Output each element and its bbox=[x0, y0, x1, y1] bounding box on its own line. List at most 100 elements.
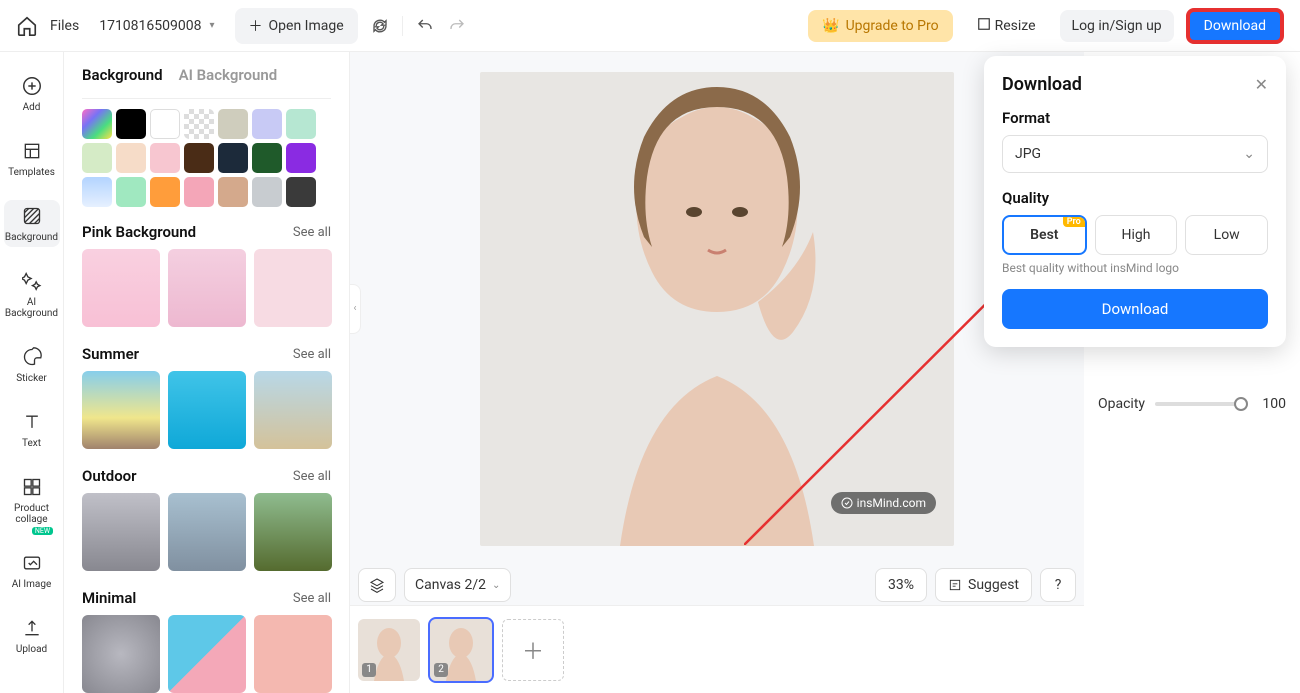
color-swatch[interactable] bbox=[252, 143, 282, 173]
color-swatch[interactable] bbox=[150, 177, 180, 207]
color-swatch[interactable] bbox=[184, 143, 214, 173]
thumb-row bbox=[82, 371, 349, 449]
color-swatch[interactable] bbox=[286, 109, 316, 139]
opacity-slider[interactable] bbox=[1155, 402, 1246, 406]
pro-badge: Pro bbox=[1063, 217, 1085, 227]
login-label: Log in/Sign up bbox=[1072, 18, 1162, 34]
color-swatch[interactable] bbox=[286, 143, 316, 173]
tab-background[interactable]: Background bbox=[82, 66, 163, 84]
undo-icon[interactable] bbox=[415, 16, 435, 36]
canvas-selector[interactable]: Canvas 2/2 ⌄ bbox=[404, 568, 511, 602]
color-swatch[interactable] bbox=[184, 109, 214, 139]
see-all-link[interactable]: See all bbox=[293, 347, 331, 362]
canvas-label: Canvas 2/2 bbox=[415, 577, 486, 593]
popover-download-button[interactable]: Download bbox=[1002, 289, 1268, 329]
login-button[interactable]: Log in/Sign up bbox=[1060, 10, 1174, 42]
files-label[interactable]: Files bbox=[50, 18, 79, 34]
zoom-value: 33% bbox=[888, 577, 914, 593]
bg-thumbnail[interactable] bbox=[82, 615, 160, 693]
color-swatch[interactable] bbox=[150, 143, 180, 173]
color-swatch[interactable] bbox=[82, 143, 112, 173]
nav-text[interactable]: Text bbox=[4, 406, 60, 453]
strip-thumb-1[interactable]: 1 bbox=[358, 619, 420, 681]
upgrade-button[interactable]: 👑 Upgrade to Pro bbox=[808, 10, 952, 42]
nav-ai-image[interactable]: NEW AI Image bbox=[4, 547, 60, 594]
home-icon[interactable] bbox=[16, 15, 38, 37]
color-swatch[interactable] bbox=[184, 177, 214, 207]
sync-icon[interactable] bbox=[370, 16, 390, 36]
nav-add[interactable]: Add bbox=[4, 70, 60, 117]
format-select[interactable]: JPG ⌄ bbox=[1002, 135, 1268, 173]
collapse-handle[interactable]: ‹ bbox=[349, 284, 361, 334]
bg-thumbnail[interactable] bbox=[254, 615, 332, 693]
thumb-row bbox=[82, 493, 349, 571]
nav-templates[interactable]: Templates bbox=[4, 135, 60, 182]
see-all-link[interactable]: See all bbox=[293, 469, 331, 484]
color-swatch[interactable] bbox=[252, 109, 282, 139]
tab-ai-background[interactable]: AI Background bbox=[179, 66, 278, 84]
bg-thumbnail[interactable] bbox=[82, 249, 160, 327]
open-image-button[interactable]: ＋ Open Image bbox=[235, 8, 358, 44]
download-button[interactable]: Download bbox=[1186, 8, 1284, 44]
bg-tabs: Background AI Background bbox=[82, 66, 349, 84]
color-swatch[interactable] bbox=[150, 109, 180, 139]
canvas-viewport[interactable]: ‹ insMind.com bbox=[350, 52, 1084, 565]
color-swatch[interactable] bbox=[252, 177, 282, 207]
quality-high[interactable]: High bbox=[1095, 215, 1178, 255]
bg-thumbnail[interactable] bbox=[254, 249, 332, 327]
bg-thumbnail[interactable] bbox=[168, 615, 246, 693]
opacity-knob[interactable] bbox=[1234, 397, 1248, 411]
quality-best[interactable]: Pro Best bbox=[1002, 215, 1087, 255]
canvas-image[interactable]: insMind.com bbox=[480, 72, 954, 546]
chevron-down-icon: ⌄ bbox=[492, 580, 500, 591]
bg-thumbnail[interactable] bbox=[254, 493, 332, 571]
nav-product-collage[interactable]: Product collage bbox=[4, 471, 60, 529]
strip-thumb-2[interactable]: 2 bbox=[430, 619, 492, 681]
bg-thumbnail[interactable] bbox=[168, 493, 246, 571]
color-swatch[interactable] bbox=[116, 177, 146, 207]
nav-upload[interactable]: Upload bbox=[4, 612, 60, 659]
popover-title: Download bbox=[1002, 74, 1082, 95]
see-all-link[interactable]: See all bbox=[293, 591, 331, 606]
add-icon bbox=[20, 74, 44, 98]
nav-collage-label: Product collage bbox=[4, 503, 60, 525]
color-swatch[interactable] bbox=[116, 143, 146, 173]
quality-low[interactable]: Low bbox=[1185, 215, 1268, 255]
add-canvas-button[interactable]: ＋ bbox=[502, 619, 564, 681]
section-head: SummerSee all bbox=[82, 345, 349, 363]
nav-ai-image-label: AI Image bbox=[12, 579, 52, 590]
layers-button[interactable] bbox=[358, 568, 396, 602]
suggest-button[interactable]: Suggest bbox=[935, 568, 1032, 602]
bg-thumbnail[interactable] bbox=[254, 371, 332, 449]
color-swatch[interactable] bbox=[286, 177, 316, 207]
bg-thumbnail[interactable] bbox=[168, 371, 246, 449]
help-button[interactable]: ? bbox=[1040, 568, 1076, 602]
resize-button[interactable]: Resize bbox=[965, 9, 1048, 43]
color-swatch[interactable] bbox=[218, 143, 248, 173]
color-swatch[interactable] bbox=[218, 177, 248, 207]
left-nav: Add Templates Background AI Background S… bbox=[0, 52, 64, 693]
close-icon[interactable]: ✕ bbox=[1255, 75, 1268, 94]
color-swatch[interactable] bbox=[218, 109, 248, 139]
file-name-dropdown[interactable]: 1710816509008 ▾ bbox=[91, 14, 222, 38]
download-label: Download bbox=[1204, 18, 1266, 34]
nav-background[interactable]: Background bbox=[4, 200, 60, 247]
color-swatch[interactable] bbox=[82, 177, 112, 207]
ai-image-icon bbox=[20, 551, 44, 575]
color-swatch[interactable] bbox=[82, 109, 112, 139]
upgrade-label: Upgrade to Pro bbox=[846, 18, 939, 34]
bg-thumbnail[interactable] bbox=[82, 371, 160, 449]
download-popover: Download ✕ Format JPG ⌄ Quality Pro Best… bbox=[984, 56, 1286, 347]
background-panel: Background AI Background Pink Background… bbox=[64, 52, 350, 693]
bg-thumbnail[interactable] bbox=[168, 249, 246, 327]
sticker-icon bbox=[20, 345, 44, 369]
nav-ai-background[interactable]: AI Background bbox=[4, 265, 60, 323]
see-all-link[interactable]: See all bbox=[293, 225, 331, 240]
text-icon bbox=[20, 410, 44, 434]
nav-sticker[interactable]: Sticker bbox=[4, 341, 60, 388]
color-swatch[interactable] bbox=[116, 109, 146, 139]
redo-icon[interactable] bbox=[447, 16, 467, 36]
ai-background-icon bbox=[20, 269, 44, 293]
zoom-indicator[interactable]: 33% bbox=[875, 568, 927, 602]
bg-thumbnail[interactable] bbox=[82, 493, 160, 571]
